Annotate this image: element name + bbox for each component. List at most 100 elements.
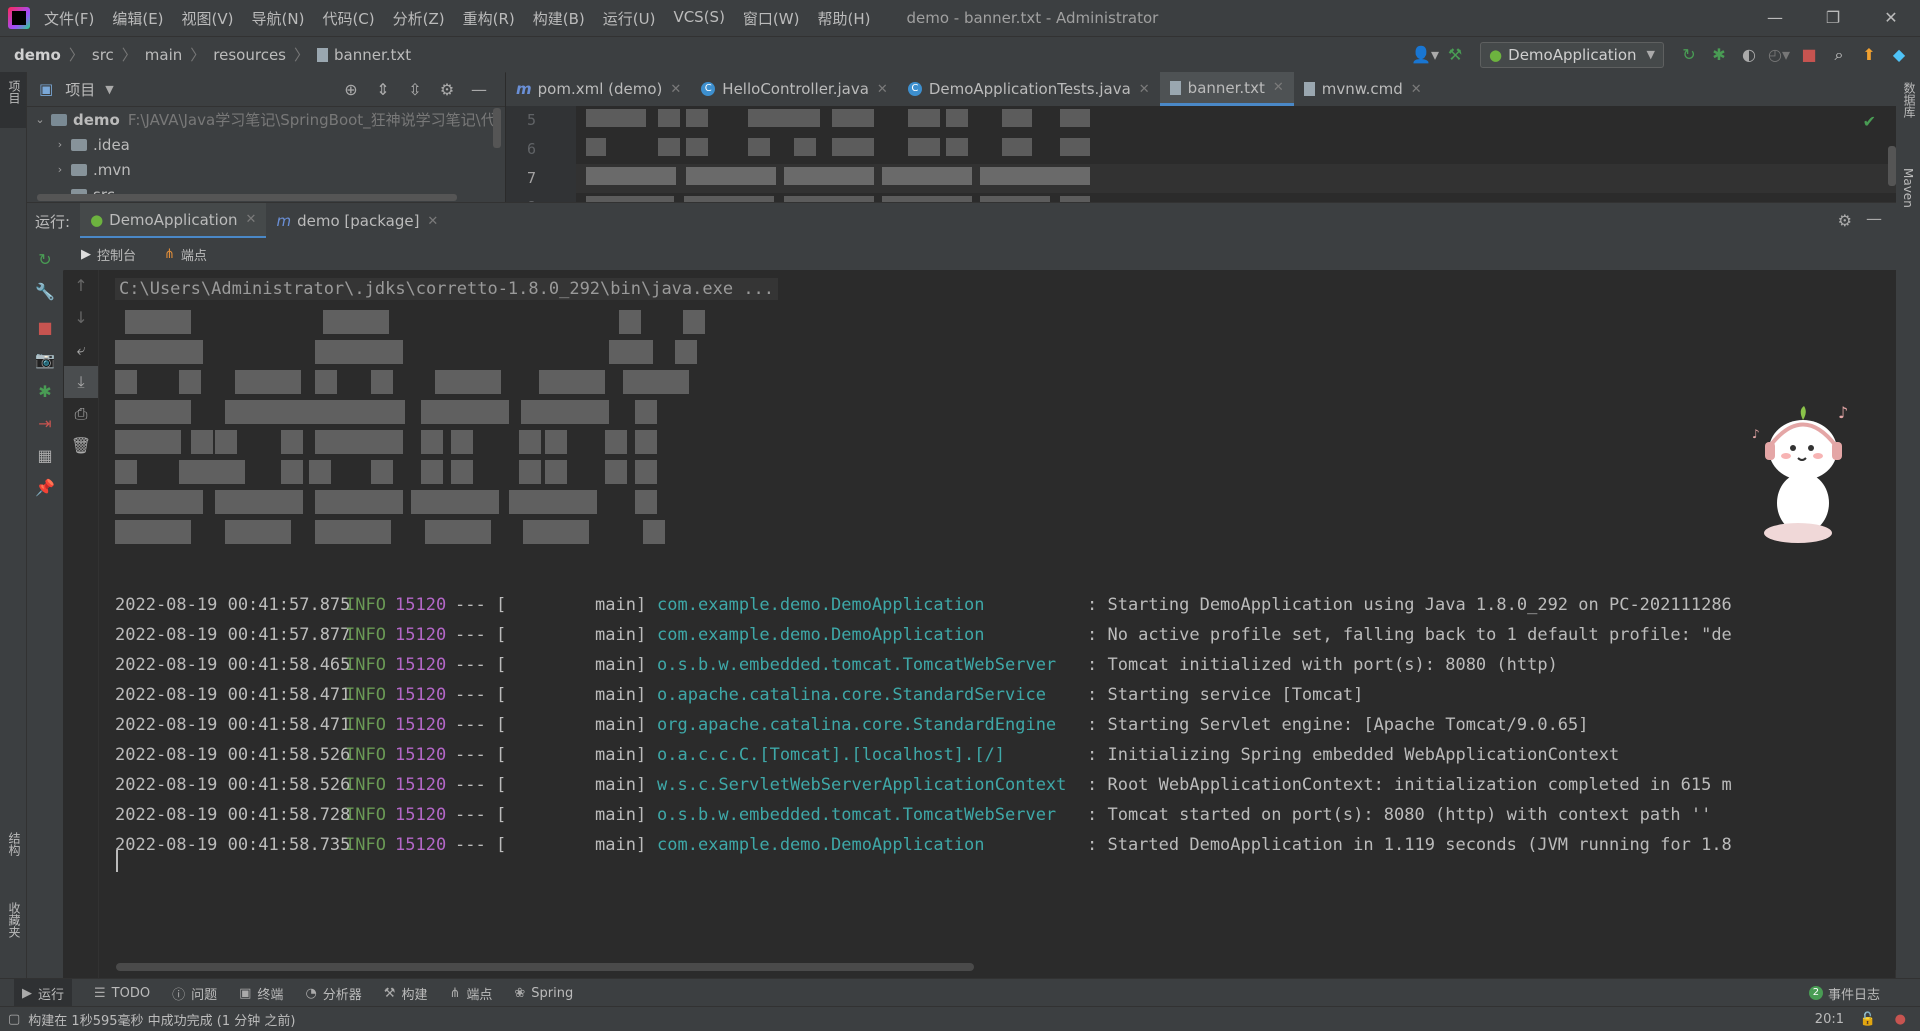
run-tab-0[interactable]: ● DemoApplication ✕ [80, 203, 267, 239]
project-hscrollbar[interactable] [37, 194, 457, 201]
editor[interactable]: 5 6 7 8 ✔ [506, 106, 1896, 202]
favorites-stripe-label[interactable]: 收藏夹 [6, 902, 23, 938]
project-panel: ▣ 项目 ▼ ⊕ ⇕ ⇳ ⚙ — ⌄ demo F:\JAVA\Java学习笔记\S… [27, 72, 505, 204]
exit-icon[interactable]: ⇥ [27, 408, 63, 440]
layout-icon[interactable]: ▦ [27, 440, 63, 472]
print-icon[interactable]: ⎙ [64, 398, 98, 430]
chevron-right-icon[interactable]: › [53, 163, 67, 176]
update-icon[interactable]: ⬆ [1854, 45, 1884, 64]
caret-position[interactable]: 20:1 [1815, 1012, 1844, 1027]
camera-icon[interactable]: 📷 [27, 344, 63, 376]
expand-all-icon[interactable]: ⇕ [367, 80, 399, 99]
tab-demoapplicationtestsjava[interactable]: C DemoApplicationTests.java ✕ [898, 72, 1160, 106]
breadcrumb-item[interactable]: demo [14, 46, 61, 64]
tab-bannertxt[interactable]: banner.txt ✕ [1159, 72, 1294, 106]
close-icon[interactable]: ✕ [246, 212, 257, 227]
hide-icon[interactable]: — [1866, 209, 1882, 228]
trash-icon[interactable]: 🗑 [64, 430, 98, 462]
restore-icon[interactable]: ❐ [1804, 0, 1862, 36]
menu-item-10[interactable]: 窗口(W) [743, 8, 800, 29]
stop-icon[interactable]: ■ [27, 312, 63, 344]
close-icon[interactable]: ✕ [670, 82, 681, 97]
tab-pomxmldemo[interactable]: m pom.xml (demo) ✕ [506, 72, 691, 106]
debug-icon[interactable]: ✱ [1704, 45, 1734, 64]
pin-icon[interactable]: 📌 [27, 472, 63, 504]
run-config-select[interactable]: ● DemoApplication ▼ [1480, 41, 1664, 68]
editor-vscrollbar[interactable] [1888, 146, 1896, 186]
chevron-right-icon[interactable]: › [53, 138, 67, 151]
debug-bug-icon[interactable]: ✱ [27, 376, 63, 408]
tool-window-2[interactable]: ⓘ 问题 [172, 979, 217, 1007]
chevron-down-icon[interactable]: ⌄ [33, 113, 47, 126]
menu-item-6[interactable]: 重构(R) [463, 8, 515, 29]
rerun-icon[interactable]: ↻ [27, 244, 63, 276]
profile-icon[interactable]: ◴▾ [1764, 45, 1794, 64]
menu-item-9[interactable]: VCS(S) [673, 8, 724, 29]
console-output[interactable]: C:\Users\Administrator\.jdks\corretto-1.… [99, 270, 1896, 970]
breadcrumb-item[interactable]: src [92, 46, 114, 64]
build-hammer-icon[interactable]: ⚒ [1440, 45, 1470, 64]
menu-item-0[interactable]: 文件(F) [44, 8, 94, 29]
minimize-icon[interactable]: — [1746, 0, 1804, 36]
locate-icon[interactable]: ⊕ [335, 80, 367, 99]
gear-icon[interactable]: ⚙ [431, 80, 463, 99]
event-log-button[interactable]: 2 事件日志 [1808, 984, 1880, 1003]
menu-item-3[interactable]: 导航(N) [252, 8, 305, 29]
close-icon[interactable]: ✕ [427, 214, 438, 229]
menu-item-1[interactable]: 编辑(E) [112, 8, 163, 29]
tool-window-6[interactable]: ⋔ 端点 [449, 979, 492, 1007]
user-icon[interactable]: 👤▾ [1410, 45, 1440, 64]
database-stripe-label[interactable]: 数据库 [1901, 82, 1918, 118]
status-panel-icon[interactable]: ▢ [8, 1012, 20, 1027]
coverage-icon[interactable]: ◐ [1734, 45, 1764, 64]
project-vscrollbar[interactable] [493, 108, 501, 148]
tool-window-4[interactable]: ◔ 分析器 [305, 979, 361, 1007]
menu-item-2[interactable]: 视图(V) [182, 8, 234, 29]
run-tab-1[interactable]: m demo [package] ✕ [266, 203, 448, 239]
console-hscrollbar[interactable] [116, 963, 974, 971]
tool-window-5[interactable]: ⚒ 构建 [384, 979, 428, 1007]
close-icon[interactable]: ✕ [1139, 82, 1150, 97]
tree-item-mvn[interactable]: › .mvn [27, 157, 505, 182]
search-icon[interactable]: ⌕ [1824, 45, 1854, 65]
menu-item-5[interactable]: 分析(Z) [393, 8, 445, 29]
stop-icon[interactable]: ■ [1794, 45, 1824, 64]
console-tab[interactable]: ▶ 控制台 [81, 245, 136, 264]
menu-item-8[interactable]: 运行(U) [603, 8, 656, 29]
tool-window-1[interactable]: ☰ TODO [94, 979, 150, 1007]
tree-item-demo[interactable]: ⌄ demo F:\JAVA\Java学习笔记\SpringBoot_狂神说学习笔记… [27, 107, 505, 132]
tool-window-0[interactable]: ▶ 运行 [14, 979, 73, 1007]
error-indicator-icon[interactable]: ● [1895, 1012, 1906, 1027]
project-stripe-button[interactable]: 项目 [0, 72, 26, 128]
rerun-icon[interactable]: ↻ [1674, 45, 1704, 64]
tree-item-idea[interactable]: › .idea [27, 132, 505, 157]
tab-hellocontrollerjava[interactable]: C HelloController.java ✕ [691, 72, 898, 106]
structure-stripe-label[interactable]: 结构 [6, 832, 23, 856]
hide-icon[interactable]: — [463, 80, 495, 99]
tool-window-7[interactable]: ❀ Spring [514, 979, 573, 1007]
maven-stripe-label[interactable]: Maven [1901, 168, 1915, 208]
collapse-all-icon[interactable]: ⇳ [399, 80, 431, 99]
soft-wrap-icon[interactable]: ⤶ [64, 334, 98, 366]
lock-icon[interactable]: 🔓 [1860, 1012, 1876, 1027]
scroll-to-end-icon[interactable]: ⤓ [64, 366, 98, 398]
close-icon[interactable]: ✕ [1273, 80, 1284, 95]
menu-item-11[interactable]: 帮助(H) [817, 8, 870, 29]
menu-item-4[interactable]: 代码(C) [322, 8, 374, 29]
close-icon[interactable]: ✕ [1411, 82, 1422, 97]
close-icon[interactable]: ✕ [1862, 0, 1920, 36]
gear-icon[interactable]: ⚙ [1838, 211, 1852, 230]
down-arrow-icon[interactable]: ↓ [64, 302, 98, 334]
breadcrumb-item[interactable]: banner.txt [334, 46, 411, 64]
wrench-icon[interactable]: 🔧 [27, 276, 63, 308]
tool-window-3[interactable]: ▣ 终端 [239, 979, 283, 1007]
jetbrains-toolbox-icon[interactable]: ◆ [1884, 45, 1914, 64]
breadcrumb-item[interactable]: main [145, 46, 182, 64]
close-icon[interactable]: ✕ [877, 82, 888, 97]
tab-mvnwcmd[interactable]: mvnw.cmd ✕ [1294, 72, 1432, 106]
breadcrumb-item[interactable]: resources [213, 46, 286, 64]
up-arrow-icon[interactable]: ↑ [64, 270, 98, 302]
endpoints-tab[interactable]: ⋔ 端点 [164, 245, 207, 264]
project-view-select[interactable]: 项目 [65, 79, 95, 100]
menu-item-7[interactable]: 构建(B) [533, 8, 585, 29]
